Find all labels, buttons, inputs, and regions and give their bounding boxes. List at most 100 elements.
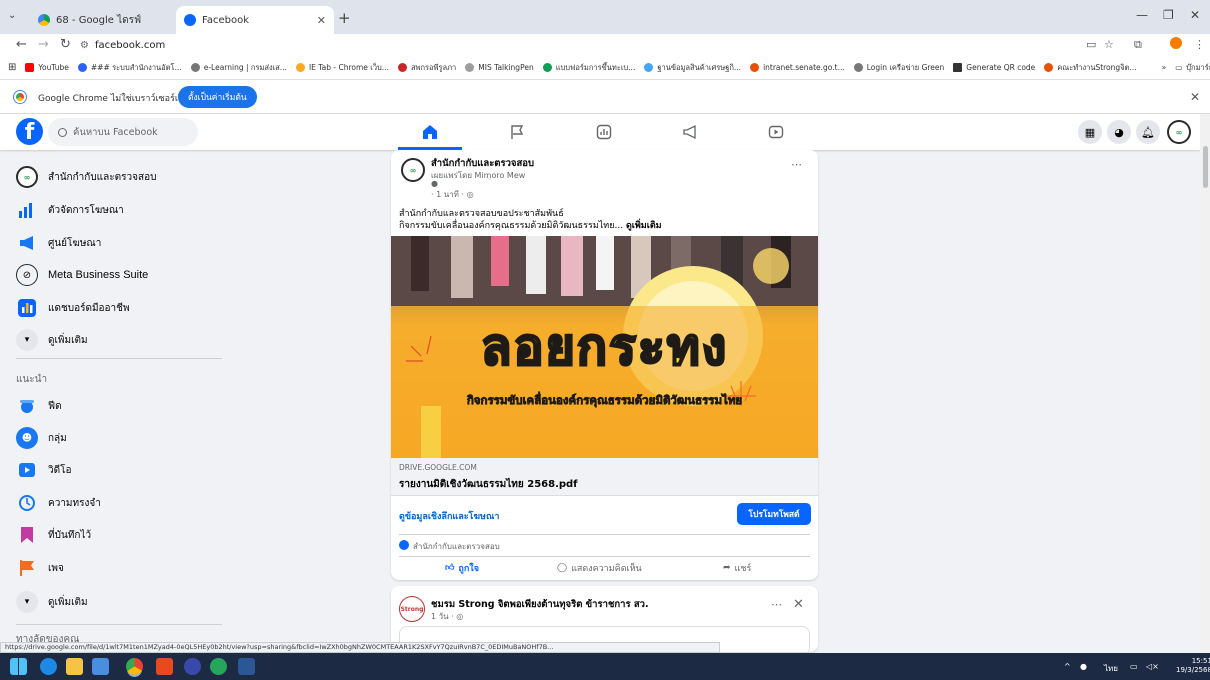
taskbar-clock[interactable]: 15:51 19/3/2568: [1176, 657, 1210, 675]
sidebar-item-ad-center[interactable]: ศูนย์โฆษณา: [16, 230, 101, 256]
sidebar-item-groups[interactable]: ☻ กลุ่ม: [16, 425, 67, 451]
post-image-title: ลอยกระทง: [480, 317, 729, 378]
video-play-icon[interactable]: [766, 122, 786, 142]
group-avatar[interactable]: Strong: [399, 596, 425, 622]
insights-ads-link[interactable]: ดูข้อมูลเชิงลึกและโฆษณา: [399, 509, 499, 523]
extensions-icon[interactable]: ⧉: [1134, 38, 1142, 52]
sidebar-item-page[interactable]: ∞ สำนักกำกับและตรวจสอบ: [16, 164, 156, 190]
tray-chevron-icon[interactable]: ^: [1064, 662, 1071, 671]
bookmark-item[interactable]: คณะทำงานStrongจิต...: [1044, 62, 1137, 74]
sidebar-see-more-2[interactable]: ▾ ดูเพิ่มเติม: [16, 589, 88, 615]
tab-facebook[interactable]: Facebook ✕: [176, 6, 334, 34]
cast-icon[interactable]: ▭: [1086, 38, 1096, 51]
word-icon[interactable]: [238, 658, 255, 675]
app-icon[interactable]: [184, 658, 201, 675]
sidebar-item-feed[interactable]: ฟีด: [16, 393, 62, 419]
bookmark-item[interactable]: ### ระบบสำนักงานอัตโ...: [77, 62, 182, 74]
file-explorer-icon[interactable]: [66, 658, 83, 675]
sidebar-item-ads-manager[interactable]: ตัวจัดการโฆษณา: [16, 197, 124, 223]
scrollbar-thumb[interactable]: [1203, 146, 1208, 188]
bookmark-item[interactable]: ฐานข้อมูลสินค้าเศรษฐกิ...: [644, 62, 741, 74]
post-time[interactable]: · 1 นาที · ◎: [431, 188, 474, 201]
tab-google-drive[interactable]: 68 - Google ไดรฟ์ ✕: [30, 6, 200, 34]
sidebar-item-dashboard[interactable]: แดชบอร์ดมืออาชีพ: [16, 295, 130, 321]
sidebar-item-pages[interactable]: เพจ: [16, 555, 64, 581]
profile-avatar[interactable]: ∞: [1167, 120, 1191, 144]
bookmark-item[interactable]: e-Learning | กรมส่งเส...: [190, 62, 287, 74]
post-divider: [399, 556, 810, 557]
apps-icon[interactable]: ⊞: [8, 62, 16, 73]
site-info-icon[interactable]: ⚙: [80, 40, 89, 51]
close-window-icon[interactable]: ✕: [1190, 8, 1200, 22]
volume-icon[interactable]: ◁×: [1146, 662, 1159, 671]
start-windows-icon[interactable]: [10, 658, 27, 675]
post-more-icon[interactable]: ⋯: [791, 158, 802, 171]
reaction-summary[interactable]: สำนักกำกับและตรวจสอบ: [413, 540, 500, 553]
messenger-icon[interactable]: ◕: [1107, 120, 1131, 144]
chevron-down-icon: ▾: [16, 329, 38, 351]
see-more-link[interactable]: ดูเพิ่มเติม: [626, 221, 662, 231]
new-tab-icon[interactable]: +: [338, 9, 351, 27]
all-bookmarks-button[interactable]: ▭บุ๊กมาร์กทั้งหมด: [1175, 62, 1210, 74]
post-image[interactable]: ลอยกระทง กิจกรรมขับเคลื่อนองค์กรคุณธรรมด…: [391, 236, 818, 458]
reload-icon[interactable]: ↻: [60, 37, 71, 52]
tab-search-icon[interactable]: ⌄: [8, 10, 16, 21]
restore-icon[interactable]: ❐: [1163, 8, 1174, 22]
bookmark-item[interactable]: สพกรอพีรูลภา: [397, 62, 456, 74]
bookmark-star-icon[interactable]: ☆: [1104, 38, 1114, 51]
sidebar-item-saved[interactable]: ที่บันทึกไว้: [16, 522, 91, 548]
insights-icon[interactable]: [594, 122, 614, 142]
bookmark-item[interactable]: MIS TalkingPen: [465, 63, 534, 72]
facebook-logo-icon[interactable]: f: [16, 118, 43, 145]
ads-megaphone-icon[interactable]: [680, 122, 700, 142]
post-more-icon[interactable]: ⋯: [771, 598, 782, 611]
network-icon[interactable]: ▭: [1130, 662, 1138, 671]
post-time[interactable]: 1 วัน · ◎: [431, 610, 463, 623]
promote-post-button[interactable]: โปรโมทโพสต์: [737, 503, 811, 525]
like-button[interactable]: 👍︎ ถูกใจ: [445, 561, 479, 575]
bookmark-item[interactable]: Login เครือข่าย Green: [853, 62, 944, 74]
bookmark-item[interactable]: intranet.senate.go.t...: [750, 63, 845, 72]
bookmark-item[interactable]: IE Tab - Chrome เว็บ...: [295, 62, 389, 74]
minimize-icon[interactable]: —: [1136, 8, 1148, 22]
back-icon[interactable]: ←: [16, 37, 27, 52]
globe-icon: [190, 63, 200, 72]
link-preview[interactable]: DRIVE.GOOGLE.COM รายงานมิติเชิงวัฒนธรรมไ…: [391, 458, 818, 496]
forward-icon[interactable]: →: [38, 37, 49, 52]
hide-post-icon[interactable]: ✕: [793, 597, 804, 612]
share-button[interactable]: ➦ แชร์: [723, 561, 751, 575]
bookmark-item[interactable]: Generate QR code: [953, 63, 1035, 72]
tray-app-icon[interactable]: ●: [1080, 662, 1087, 671]
comment-button[interactable]: ◯ แสดงความคิดเห็น: [557, 561, 642, 575]
close-infobar-icon[interactable]: ✕: [1190, 90, 1200, 104]
chrome-taskbar-icon[interactable]: [126, 658, 143, 675]
set-default-button[interactable]: ตั้งเป็นค่าเริ่มต้น: [178, 86, 257, 108]
sidebar-item-meta-business[interactable]: ⊘ Meta Business Suite: [16, 262, 148, 288]
sidebar-see-more[interactable]: ▾ ดูเพิ่มเติม: [16, 327, 88, 353]
bookmark-item[interactable]: YouTube: [25, 63, 69, 72]
post-author-avatar[interactable]: ∞: [401, 158, 425, 182]
store-icon[interactable]: [92, 658, 109, 675]
input-language[interactable]: ไทย: [1104, 662, 1118, 675]
sidebar-item-label: สำนักกำกับและตรวจสอบ: [48, 171, 157, 183]
sidebar-item-memories[interactable]: ความทรงจำ: [16, 490, 101, 516]
app-icon[interactable]: [156, 658, 173, 675]
post-author-name[interactable]: ชมรม Strong จิตพอเพียงต้านทุจริต ข้าราชก…: [431, 597, 649, 612]
search-input[interactable]: ค้นหาบน Facebook: [48, 118, 198, 146]
sidebar-item-video[interactable]: วิดีโอ: [16, 457, 72, 483]
menu-icon[interactable]: ⋮: [1194, 38, 1205, 51]
more-bookmarks-button[interactable]: »: [1162, 63, 1167, 72]
thumbs-up-icon: 👍︎: [445, 563, 455, 573]
notifications-bell-icon[interactable]: 🔔︎: [1136, 120, 1160, 144]
close-tab-icon[interactable]: ✕: [317, 14, 326, 27]
address-bar[interactable]: ⚙ facebook.com: [80, 36, 1070, 54]
menu-grid-icon[interactable]: ▦: [1078, 120, 1102, 144]
edge-icon[interactable]: [40, 658, 57, 675]
link-domain: DRIVE.GOOGLE.COM: [399, 463, 477, 472]
line-icon[interactable]: [210, 658, 227, 675]
page-scrollbar[interactable]: [1200, 114, 1210, 652]
pages-flag-icon[interactable]: [507, 122, 527, 142]
profile-icon[interactable]: [1170, 37, 1182, 49]
bookmark-item[interactable]: แบบฟอร์มการขึ้นทะเบ...: [542, 62, 635, 74]
home-icon[interactable]: [420, 122, 440, 142]
